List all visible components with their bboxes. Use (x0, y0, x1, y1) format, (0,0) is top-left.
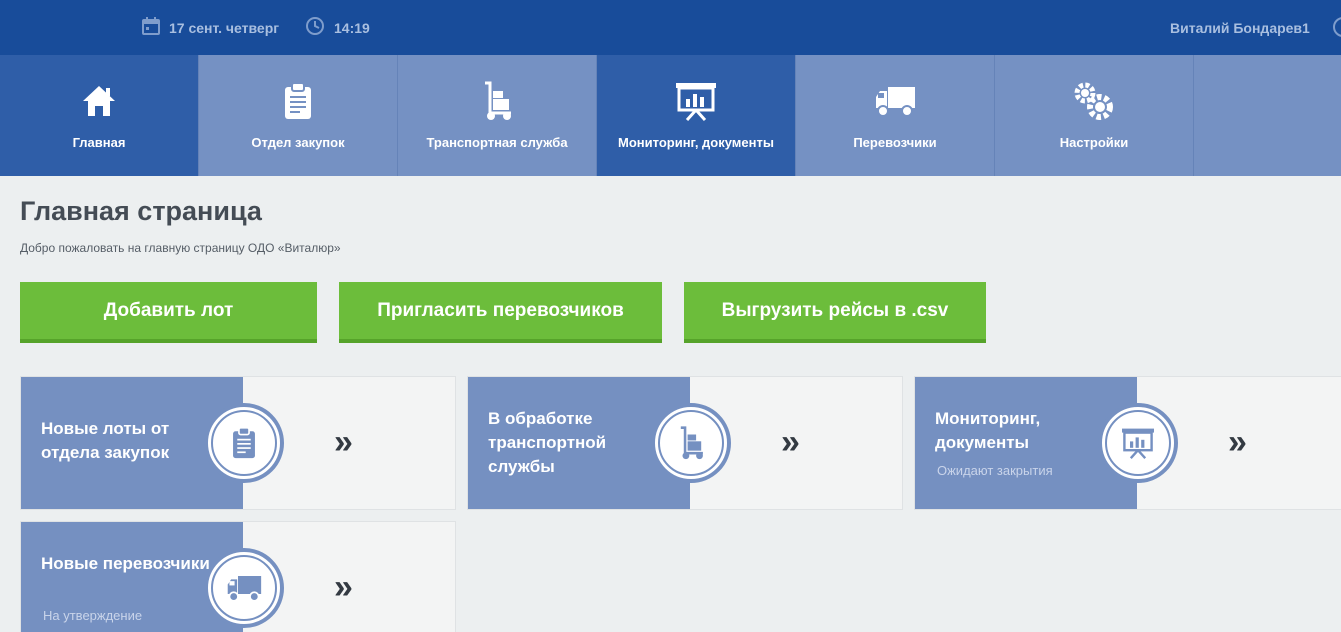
card-title: Новые перевозчики (41, 554, 210, 573)
tab-transport[interactable]: Транспортная служба (398, 55, 597, 176)
card-subtitle: На утверждение (43, 608, 143, 623)
home-icon (0, 81, 198, 121)
chevron-right-icon: » (334, 568, 353, 606)
chevron-right-icon: » (1228, 423, 1247, 461)
page-title: Главная страница (20, 196, 262, 226)
time-display: 14:19 (305, 0, 370, 55)
card-title: Мониторинг, документы (935, 409, 1041, 452)
clipboard-icon (211, 410, 277, 476)
tab-settings[interactable]: Настройки (995, 55, 1194, 176)
calendar-icon (142, 17, 160, 38)
card-new-lots[interactable]: Новые лоты от отдела закупок » (20, 376, 456, 510)
time-text: 14:19 (334, 19, 370, 36)
date-display: 17 сент. четверг (142, 0, 279, 55)
add-lot-button[interactable]: Добавить лот (20, 282, 317, 343)
chevron-right-icon: » (334, 423, 353, 461)
nav-filler (1194, 55, 1341, 176)
export-csv-button[interactable]: Выгрузить рейсы в .csv (684, 282, 986, 343)
clipboard-icon (199, 81, 397, 121)
card-monitoring[interactable]: Мониторинг, документы Ожидают закрытия » (914, 376, 1341, 510)
clock-icon (305, 16, 325, 39)
truck-icon (211, 555, 277, 621)
top-bar: 17 сент. четверг 14:19 Виталий Бондарев1 (0, 0, 1341, 55)
hand-truck-icon (398, 81, 596, 121)
hand-truck-icon (658, 410, 724, 476)
tab-carriers[interactable]: Перевозчики (796, 55, 995, 176)
tab-monitoring[interactable]: Мониторинг, документы (597, 55, 796, 176)
power-icon[interactable] (1333, 17, 1341, 37)
tab-purchasing[interactable]: Отдел закупок (199, 55, 398, 176)
card-icon-circle (651, 403, 731, 483)
invite-carriers-button[interactable]: Пригласить перевозчиков (339, 282, 662, 343)
presentation-chart-icon (1105, 410, 1171, 476)
card-new-carriers[interactable]: Новые перевозчики На утверждение » (20, 521, 456, 632)
card-icon-circle (204, 403, 284, 483)
chevron-right-icon: » (781, 423, 800, 461)
main-nav: Главная Отдел закупок Транспортная служб… (0, 55, 1341, 176)
user-name[interactable]: Виталий Бондарев1 (1170, 0, 1310, 55)
card-subtitle: Ожидают закрытия (937, 463, 1053, 478)
page-subtitle: Добро пожаловать на главную страницу ОДО… (20, 241, 341, 255)
card-title: Новые лоты от отдела закупок (41, 419, 170, 462)
presentation-chart-icon (597, 81, 795, 121)
tab-home[interactable]: Главная (0, 55, 199, 176)
date-text: 17 сент. четверг (169, 19, 280, 36)
truck-icon (796, 81, 994, 121)
gears-icon (995, 81, 1193, 121)
card-icon-circle (204, 548, 284, 628)
card-title: В обработке транспортной службы (488, 409, 607, 476)
card-transport-processing[interactable]: В обработке транспортной службы » (467, 376, 903, 510)
card-icon-circle (1098, 403, 1178, 483)
